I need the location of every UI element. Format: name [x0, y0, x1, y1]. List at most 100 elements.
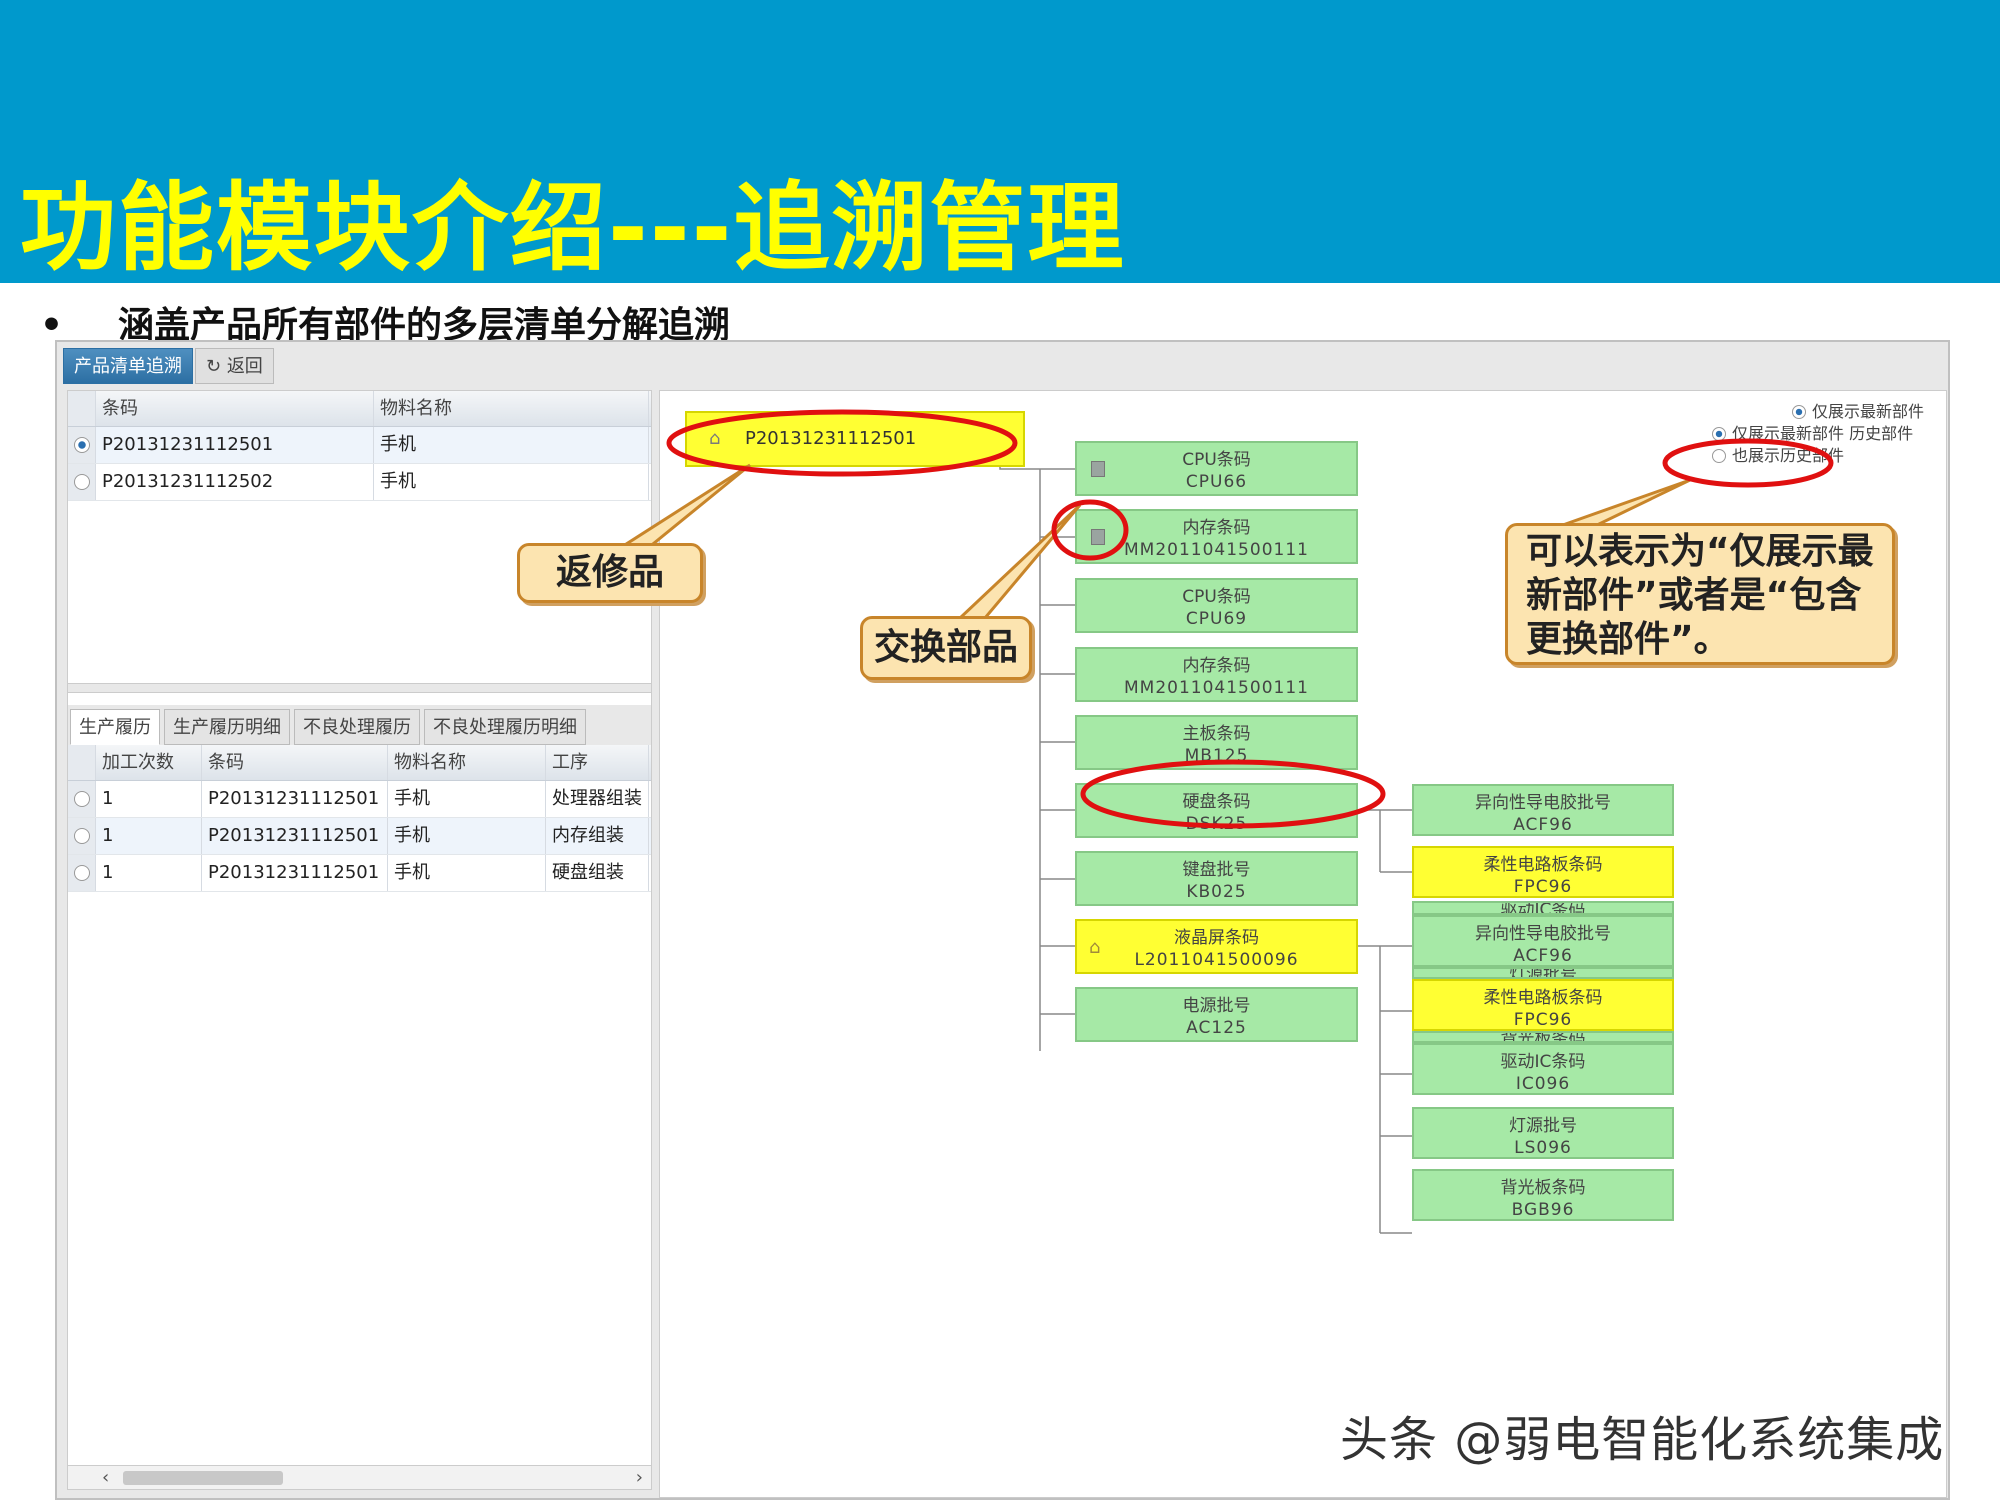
history-grid-header: 加工次数 条码 物料名称 工序 — [68, 745, 651, 781]
home-icon: ⌂ — [1089, 937, 1101, 958]
process-cell: 硬盘组装 — [546, 855, 649, 891]
node-title: 液晶屏条码 — [1174, 928, 1259, 948]
tree-node-mainboard[interactable]: 主板条码 MB125 — [1075, 715, 1358, 770]
radio-show-history[interactable] — [1711, 449, 1726, 463]
node-title: 柔性电路板条码 — [1483, 855, 1603, 875]
node-title: 驱动IC条码 — [1500, 1052, 1586, 1072]
tree-node-driver-ic[interactable]: 驱动IC条码 IC096 — [1412, 1043, 1674, 1095]
callout-repair: 返修品 — [517, 543, 703, 603]
count-cell: 1 — [96, 781, 202, 817]
node-title: 异向性导电胶批号 — [1475, 924, 1611, 944]
tree-node-fpc-2[interactable]: 柔性电路板条码 FPC96 — [1412, 979, 1674, 1031]
tab-production-history[interactable]: 生产履历 — [70, 709, 160, 745]
radio-latest-only[interactable] — [1791, 405, 1806, 419]
row-select-radio[interactable] — [74, 791, 90, 807]
col-process-count[interactable]: 加工次数 — [96, 745, 202, 780]
tree-node-memory[interactable]: 内存条码 MM2011041500111 — [1075, 509, 1358, 564]
product-grid: 条码 物料名称 P20131231112501 手机 P201312311125… — [68, 391, 651, 681]
scroll-right-icon[interactable]: › — [636, 1466, 643, 1490]
callout-exchange: 交换部品 — [860, 616, 1032, 680]
display-options: 仅展示最新部件 仅展示最新部件 历史部件 也展示历史部件 — [1711, 401, 1924, 467]
node-title: CPU条码 — [1182, 450, 1251, 470]
tree-node-acf[interactable]: 异向性导电胶批号 ACF96 — [1412, 784, 1674, 836]
home-icon: ⌂ — [709, 428, 721, 449]
radio-latest-and-history[interactable] — [1711, 427, 1726, 441]
node-title: 灯源批号 — [1509, 967, 1577, 979]
node-title: 背光板条码 — [1500, 1178, 1586, 1198]
table-row[interactable]: 1 P20131231112501 手机 内存组装 — [68, 818, 651, 855]
watermark: 头条 @弱电智能化系统集成 — [1340, 1412, 1945, 1468]
col-barcode[interactable]: 条码 — [96, 391, 374, 426]
node-title: 硬盘条码 — [1182, 792, 1251, 812]
node-code: CPU69 — [1185, 609, 1248, 629]
node-title: 键盘批号 — [1182, 860, 1251, 880]
tab-defect-history[interactable]: 不良处理履历 — [294, 709, 420, 745]
name-cell: 手机 — [374, 427, 649, 463]
table-row[interactable]: P20131231112502 手机 — [68, 464, 651, 501]
tree-node-memory-2[interactable]: 内存条码 MM2011041500111 — [1075, 647, 1358, 702]
row-select-radio[interactable] — [74, 437, 90, 453]
tree-node-harddisk[interactable]: 硬盘条码 DSK25 — [1075, 783, 1358, 838]
scroll-left-icon[interactable]: ‹ — [102, 1466, 109, 1490]
count-cell: 1 — [96, 818, 202, 854]
tree-node-backlight-collapsed[interactable]: 背光板条码 — [1412, 1031, 1674, 1043]
panel-splitter[interactable] — [68, 683, 651, 693]
refresh-icon: ↻ — [206, 356, 227, 377]
tree-node-light-source-collapsed[interactable]: 灯源批号 — [1412, 967, 1674, 979]
node-code: DSK25 — [1185, 814, 1248, 834]
row-select-radio[interactable] — [74, 865, 90, 881]
barcode-cell: P20131231112501 — [202, 818, 388, 854]
option-latest-only[interactable]: 仅展示最新部件 — [1791, 401, 1924, 423]
tab-product-trace[interactable]: 产品清单追溯 — [63, 348, 193, 384]
tree-node-cpu[interactable]: CPU条码 CPU66 — [1075, 441, 1358, 496]
option-label: 也展示历史部件 — [1731, 446, 1844, 465]
count-cell: 1 — [96, 855, 202, 891]
product-grid-header: 条码 物料名称 — [68, 391, 651, 427]
option-label: 仅展示最新部件 历史部件 — [1731, 424, 1914, 443]
tree-node-power[interactable]: 电源批号 AC125 — [1075, 987, 1358, 1042]
node-title: 柔性电路板条码 — [1483, 988, 1603, 1008]
node-title: 异向性导电胶批号 — [1475, 793, 1611, 813]
tree-node-acf-2[interactable]: 异向性导电胶批号 ACF96 — [1412, 915, 1674, 967]
table-row[interactable]: 1 P20131231112501 手机 硬盘组装 — [68, 855, 651, 892]
row-select-radio[interactable] — [74, 474, 90, 490]
back-button-label: 返回 — [226, 356, 263, 377]
document-icon — [1091, 461, 1105, 477]
option-show-history[interactable]: 也展示历史部件 — [1711, 445, 1924, 467]
tree-node-driver-ic-collapsed[interactable]: 驱动IC条码 — [1412, 901, 1674, 915]
tab-defect-history-detail[interactable]: 不良处理履历明细 — [424, 709, 586, 745]
tree-node-cpu-2[interactable]: CPU条码 CPU69 — [1075, 578, 1358, 633]
node-code: LS096 — [1514, 1138, 1572, 1158]
option-label: 仅展示最新部件 — [1811, 402, 1924, 421]
node-title: 背光板条码 — [1500, 1031, 1586, 1043]
tab-production-history-detail[interactable]: 生产履历明细 — [164, 709, 290, 745]
scroll-thumb[interactable] — [123, 1471, 283, 1485]
history-grid: 加工次数 条码 物料名称 工序 1 P20131231112501 手机 处理器… — [68, 745, 651, 1445]
name-cell: 手机 — [374, 464, 649, 500]
option-latest-and-history[interactable]: 仅展示最新部件 历史部件 — [1711, 423, 1924, 445]
tree-root-node[interactable]: ⌂ P20131231112501 — [685, 411, 1025, 467]
toolbar: 产品清单追溯 ↻ 返回 — [63, 348, 276, 384]
tree-node-light-source[interactable]: 灯源批号 LS096 — [1412, 1107, 1674, 1159]
table-row[interactable]: 1 P20131231112501 手机 处理器组装 — [68, 781, 651, 818]
tree-node-keyboard[interactable]: 键盘批号 KB025 — [1075, 851, 1358, 906]
back-button[interactable]: ↻ 返回 — [195, 348, 274, 384]
node-code: ACF96 — [1513, 946, 1573, 966]
node-code: CPU66 — [1185, 472, 1248, 492]
tree-node-backlight[interactable]: 背光板条码 BGB96 — [1412, 1169, 1674, 1221]
node-title: CPU条码 — [1182, 587, 1251, 607]
tree-node-lcd[interactable]: ⌂ 液晶屏条码 L2011041500096 — [1075, 919, 1358, 974]
col-barcode[interactable]: 条码 — [202, 745, 388, 780]
col-process[interactable]: 工序 — [546, 745, 649, 780]
col-material-name[interactable]: 物料名称 — [388, 745, 546, 780]
title-banner: 功能模块介绍---追溯管理 — [0, 0, 2000, 284]
table-row[interactable]: P20131231112501 手机 — [68, 427, 651, 464]
row-select-radio[interactable] — [74, 828, 90, 844]
col-material-name[interactable]: 物料名称 — [374, 391, 649, 426]
barcode-cell: P20131231112501 — [202, 781, 388, 817]
horizontal-scrollbar[interactable]: ‹ › — [68, 1465, 651, 1489]
node-title: 驱动IC条码 — [1500, 901, 1586, 915]
node-code: ACF96 — [1513, 815, 1573, 835]
tree-node-fpc[interactable]: 柔性电路板条码 FPC96 — [1412, 846, 1674, 898]
node-title: 内存条码 — [1182, 518, 1251, 538]
